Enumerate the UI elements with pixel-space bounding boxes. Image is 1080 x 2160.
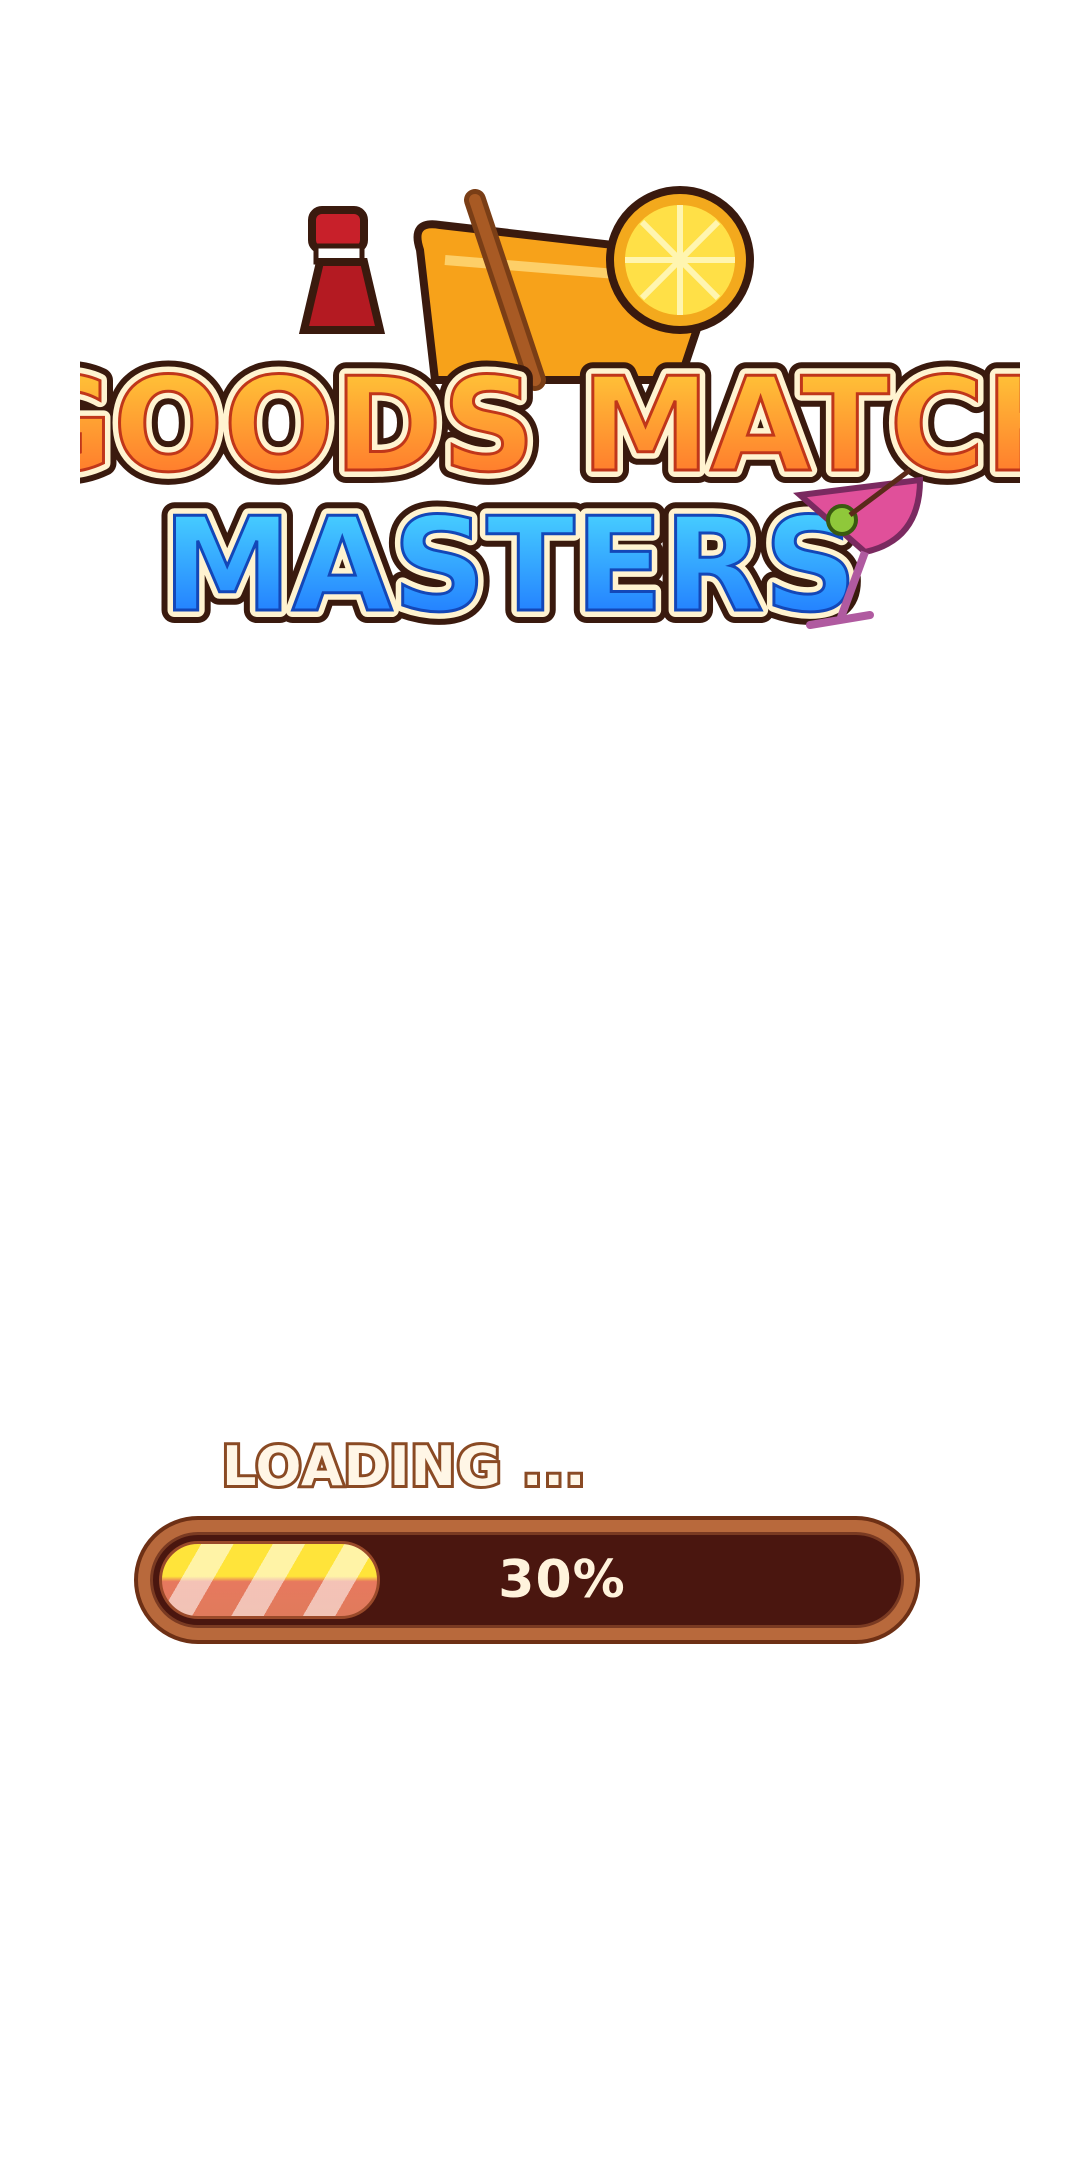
loading-progress-bar: 30% xyxy=(134,1516,920,1644)
progress-percent-text: 30% xyxy=(498,1550,626,1610)
logo-title-line2: MASTERS xyxy=(163,489,858,641)
loading-label: LOADING ... xyxy=(219,1435,589,1498)
progress-track: 30% xyxy=(150,1532,904,1628)
soda-bottle-icon xyxy=(298,206,386,334)
logo-title-line1: GOODS MATCH xyxy=(80,349,1020,501)
lemon-slice-icon xyxy=(606,186,754,334)
game-logo: GOODS MATCH GOODS MATCH GOODS MATCH MAST… xyxy=(80,180,1020,680)
loading-screen: GOODS MATCH GOODS MATCH GOODS MATCH MAST… xyxy=(0,0,1080,2160)
